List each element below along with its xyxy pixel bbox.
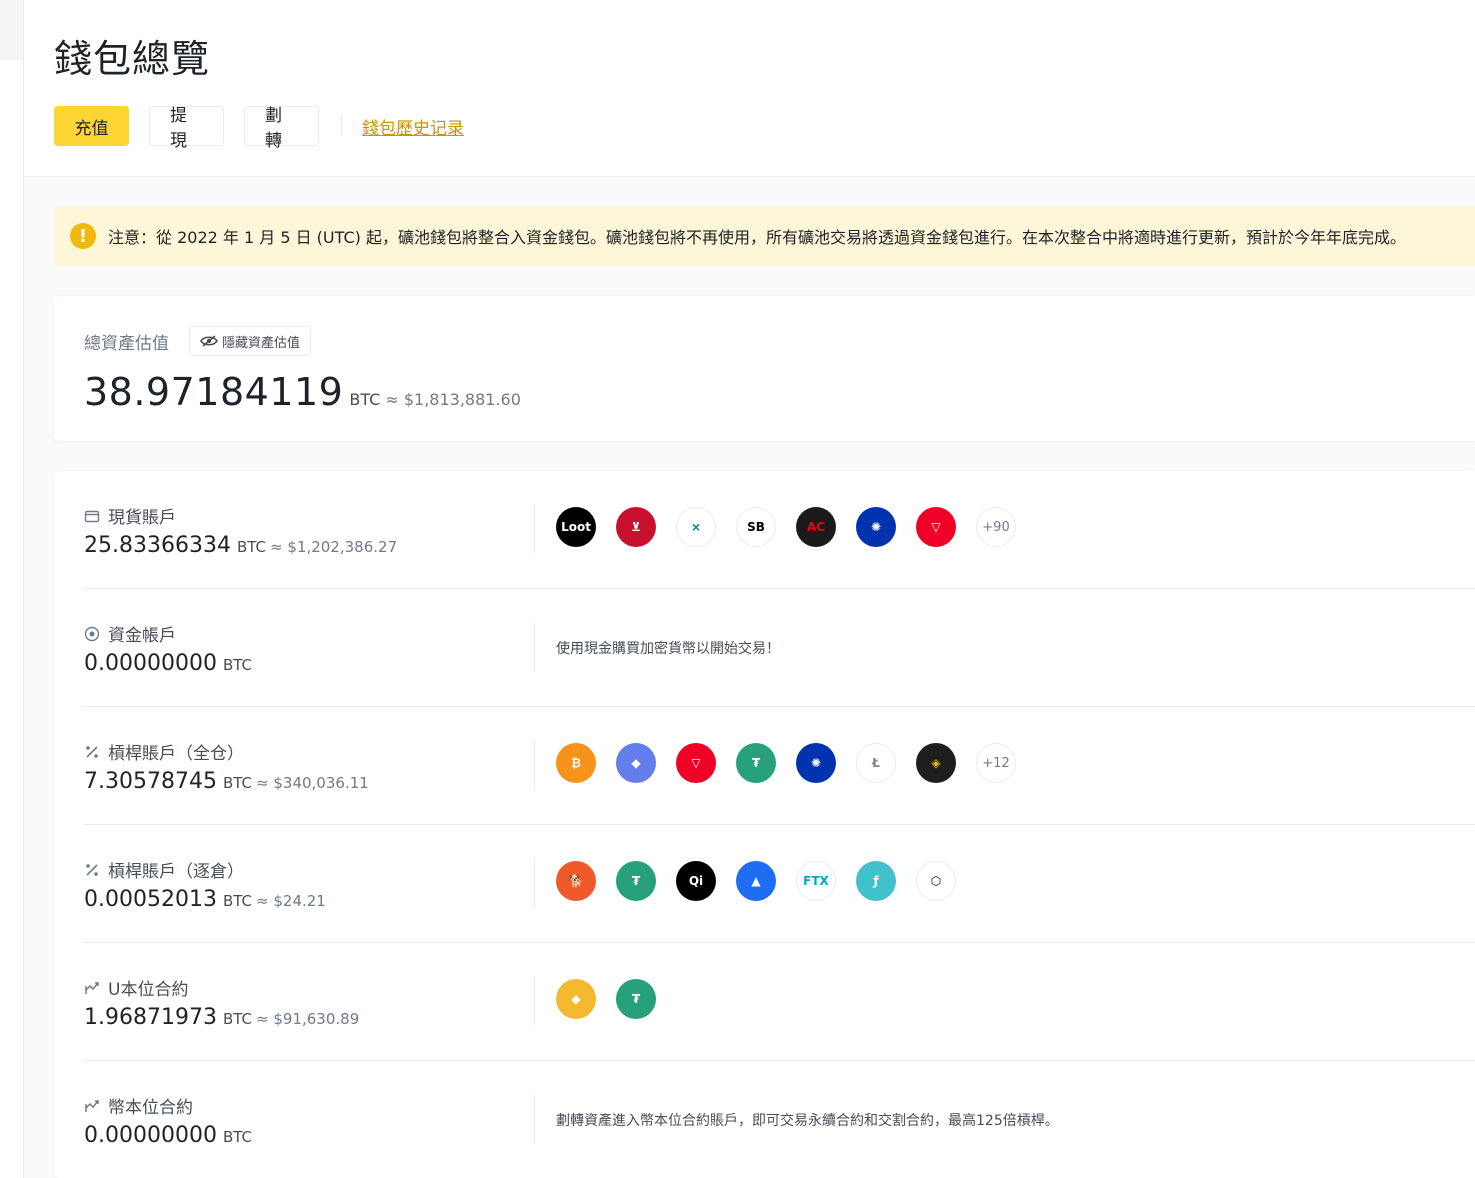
total-balance-fiat: ≈ $1,813,881.60 bbox=[385, 390, 521, 409]
juventus-coin-icon[interactable]: ⊻ bbox=[616, 507, 656, 547]
coin-list: ₿ ◆ ▽ ₮ ✺ Ł ◈ +12 bbox=[556, 743, 1036, 783]
og-coin-icon[interactable]: SB bbox=[736, 507, 776, 547]
transfer-button[interactable]: 劃轉 bbox=[244, 106, 319, 151]
account-row[interactable]: 資金帳戶 0.00000000 BTC 使用現金購買加密貨幣以開始交易！ bbox=[84, 589, 1475, 707]
cardano-coin-icon[interactable]: ✺ bbox=[796, 743, 836, 783]
account-unit: BTC bbox=[222, 1010, 253, 1028]
wallet-icon bbox=[84, 508, 100, 524]
account-divider bbox=[534, 976, 535, 1026]
total-balance-card: 總資產估值 隱藏資產估值 38.97184119 BTC ≈ $1,813,88… bbox=[54, 296, 1475, 441]
account-name[interactable]: 資金帳戶 bbox=[108, 621, 176, 646]
account-balance: 7.30578745 bbox=[84, 769, 217, 794]
filecoin-coin-icon[interactable]: ƒ bbox=[856, 861, 896, 901]
waves-coin-icon[interactable]: ▲ bbox=[736, 861, 776, 901]
holo-coin-icon[interactable]: ⨯ bbox=[676, 507, 716, 547]
action-divider bbox=[341, 116, 342, 136]
tron-coin-icon[interactable]: ▽ bbox=[916, 507, 956, 547]
acm-coin-icon[interactable]: AC bbox=[796, 507, 836, 547]
hide-balance-label: 隱藏資產估值 bbox=[222, 335, 301, 351]
qi-coin-icon[interactable]: Qi bbox=[676, 861, 716, 901]
tether-coin-icon[interactable]: ₮ bbox=[616, 861, 656, 901]
account-fiat: ≈ $91,630.89 bbox=[256, 1010, 360, 1028]
action-bar: 充值 提現 劃轉 錢包歷史记录 bbox=[54, 106, 464, 151]
more-coins-badge[interactable]: +12 bbox=[976, 743, 1016, 783]
futures-icon bbox=[84, 1098, 100, 1114]
bnb-coin-icon[interactable]: ◆ bbox=[556, 979, 596, 1019]
coin-list: 🐕 ₮ Qi ▲ FTX ƒ ⬡ bbox=[556, 861, 976, 901]
account-row[interactable]: 槓桿賬戶（全仓） 7.30578745 BTC ≈ $340,036.11 ₿ ◆ ▽ ₮ ✺ Ł… bbox=[84, 707, 1475, 825]
account-name[interactable]: U本位合約 bbox=[108, 975, 188, 1000]
hide-balance-button[interactable]: 隱藏資產估值 bbox=[189, 326, 312, 356]
sidebar-top-item[interactable] bbox=[0, 0, 23, 60]
target-icon bbox=[84, 626, 100, 642]
total-balance-value: 38.97184119 bbox=[84, 370, 344, 414]
margin-icon bbox=[84, 862, 100, 878]
account-divider bbox=[534, 504, 535, 554]
account-divider bbox=[534, 858, 535, 908]
account-unit: BTC bbox=[236, 538, 267, 556]
header-section: 錢包總覽 充值 提現 劃轉 錢包歷史记录 bbox=[24, 0, 1475, 177]
account-divider bbox=[534, 622, 535, 672]
deposit-button[interactable]: 充值 bbox=[54, 106, 129, 146]
withdraw-button[interactable]: 提現 bbox=[149, 106, 224, 151]
margin-icon bbox=[84, 744, 100, 760]
notice-banner: ! 注意：從 2022 年 1 月 5 日 (UTC) 起，礦池錢包將整合入資金… bbox=[54, 206, 1475, 266]
account-unit: BTC bbox=[222, 1128, 253, 1146]
account-balance: 1.96871973 bbox=[84, 1005, 217, 1030]
futures-icon bbox=[84, 980, 100, 996]
account-balance: 0.00000000 bbox=[84, 1123, 217, 1148]
loot-coin-icon[interactable]: Loot bbox=[556, 507, 596, 547]
ftx-coin-icon[interactable]: FTX bbox=[796, 861, 836, 901]
warning-icon: ! bbox=[70, 223, 96, 249]
account-fiat: ≈ $340,036.11 bbox=[256, 774, 369, 792]
notice-text: 注意：從 2022 年 1 月 5 日 (UTC) 起，礦池錢包將整合入資金錢包… bbox=[108, 228, 1406, 247]
accounts-card: 現貨賬戶 25.83366334 BTC ≈ $1,202,386.27 Loot ⊻ ⨯ S… bbox=[54, 471, 1475, 1178]
account-hint: 使用現金購買加密貨幣以開始交易！ bbox=[556, 641, 780, 657]
account-row[interactable]: 現貨賬戶 25.83366334 BTC ≈ $1,202,386.27 Loot ⊻ ⨯ S… bbox=[84, 471, 1475, 589]
total-balance-unit: BTC bbox=[349, 390, 381, 409]
account-unit: BTC bbox=[222, 892, 253, 910]
account-balance: 0.00000000 bbox=[84, 651, 217, 676]
tether-coin-icon[interactable]: ₮ bbox=[736, 743, 776, 783]
account-hint: 劃轉資產進入幣本位合約賬戶，即可交易永續合約和交割合約，最高125倍槓桿。 bbox=[556, 1113, 1059, 1129]
account-name[interactable]: 槓桿賬戶（逐倉） bbox=[108, 857, 244, 882]
bitcoin-coin-icon[interactable]: ₿ bbox=[556, 743, 596, 783]
left-sidebar bbox=[0, 0, 24, 1178]
account-fiat: ≈ $24.21 bbox=[256, 892, 326, 910]
wallet-history-link[interactable]: 錢包歷史记录 bbox=[362, 114, 464, 139]
account-balance: 25.83366334 bbox=[84, 533, 231, 558]
account-unit: BTC bbox=[222, 774, 253, 792]
account-divider bbox=[534, 1094, 535, 1144]
coin-list: ◆ ₮ bbox=[556, 979, 676, 1019]
account-divider bbox=[534, 740, 535, 790]
account-row[interactable]: U本位合約 1.96871973 BTC ≈ $91,630.89 ◆ ₮ bbox=[84, 943, 1475, 1061]
account-unit: BTC bbox=[222, 656, 253, 674]
more-coins-badge[interactable]: +90 bbox=[976, 507, 1016, 547]
eye-off-icon bbox=[200, 335, 218, 347]
account-fiat: ≈ $1,202,386.27 bbox=[270, 538, 398, 556]
coin-list: Loot ⊻ ⨯ SB AC ✺ ▽ +90 bbox=[556, 507, 1036, 547]
account-row[interactable]: 幣本位合約 0.00000000 BTC 劃轉資產進入幣本位合約賬戶，即可交易永續合約… bbox=[84, 1061, 1475, 1178]
tether-coin-icon[interactable]: ₮ bbox=[616, 979, 656, 1019]
account-name[interactable]: 槓桿賬戶（全仓） bbox=[108, 739, 244, 764]
account-row[interactable]: 槓桿賬戶（逐倉） 0.00052013 BTC ≈ $24.21 🐕 ₮ Qi ▲ FTX ƒ ⬡ bbox=[84, 825, 1475, 943]
page-title: 錢包總覽 bbox=[54, 37, 211, 81]
busd-coin-icon[interactable]: ◈ bbox=[916, 743, 956, 783]
cube-coin-icon[interactable]: ⬡ bbox=[916, 861, 956, 901]
account-balance: 0.00052013 bbox=[84, 887, 217, 912]
litecoin-coin-icon[interactable]: Ł bbox=[856, 743, 896, 783]
account-name[interactable]: 幣本位合約 bbox=[108, 1093, 193, 1118]
tron-coin-icon[interactable]: ▽ bbox=[676, 743, 716, 783]
ethereum-coin-icon[interactable]: ◆ bbox=[616, 743, 656, 783]
account-name[interactable]: 現貨賬戶 bbox=[108, 503, 176, 528]
cardano-coin-icon[interactable]: ✺ bbox=[856, 507, 896, 547]
shiba-coin-icon[interactable]: 🐕 bbox=[556, 861, 596, 901]
total-balance-label: 總資產估值 bbox=[84, 333, 169, 354]
